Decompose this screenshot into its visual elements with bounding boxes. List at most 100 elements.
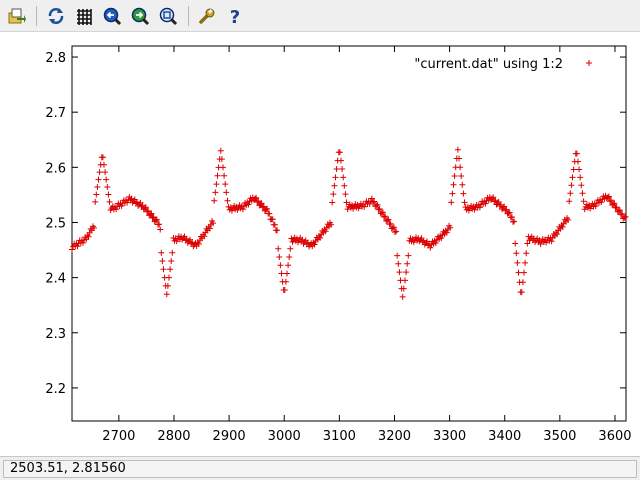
zoom-previous-icon: [103, 7, 122, 26]
data-point: [450, 181, 457, 188]
coordinate-readout: 2503.51, 2.81560: [3, 460, 637, 478]
grid-icon: [77, 9, 92, 25]
data-point: [329, 199, 336, 206]
data-point: [402, 277, 408, 284]
data-point: [284, 270, 290, 277]
data-point: [573, 150, 580, 157]
replot-icon: [48, 8, 64, 24]
data-point: [577, 174, 584, 181]
data-point: [578, 182, 585, 189]
y-tick-label: 2.4: [45, 272, 66, 287]
x-tick-label: 2800: [157, 429, 190, 444]
data-point: [223, 189, 230, 196]
grid-button[interactable]: [73, 5, 95, 27]
y-tick-label: 2.6: [45, 161, 66, 176]
zoom-previous-button[interactable]: [101, 5, 123, 27]
x-tick-label: 3300: [433, 429, 466, 444]
data-point: [217, 147, 224, 154]
data-point: [333, 166, 340, 172]
export-button[interactable]: [6, 5, 28, 27]
zoom-next-button[interactable]: [129, 5, 151, 27]
replot-button[interactable]: [45, 5, 67, 27]
data-point: [99, 154, 106, 161]
data-point: [403, 269, 410, 276]
data-point: [276, 254, 283, 260]
data-point: [523, 250, 530, 257]
status-bar: 2503.51, 2.81560: [0, 456, 640, 480]
data-point: [281, 287, 288, 293]
data-point: [286, 254, 293, 260]
data-point: [158, 249, 165, 256]
zoom-next-icon: [131, 7, 150, 26]
help-button[interactable]: ?: [224, 5, 246, 27]
x-tick-label: 3100: [323, 429, 356, 444]
data-point: [339, 166, 346, 172]
data-point: [332, 174, 339, 181]
data-point: [106, 198, 113, 205]
export-icon: [8, 8, 26, 24]
data-point: [567, 190, 574, 197]
data-point: [212, 189, 219, 196]
data-point: [575, 158, 581, 165]
settings-button[interactable]: [196, 5, 218, 27]
x-tick-label: 2900: [213, 429, 246, 444]
data-point: [394, 252, 401, 259]
data-point: [271, 221, 278, 228]
data-point: [166, 274, 172, 281]
data-point: [448, 199, 455, 206]
data-point: [214, 172, 221, 179]
data-point: [95, 176, 102, 183]
x-tick-label: 3400: [488, 429, 521, 444]
data-point: [287, 245, 294, 252]
x-tick-label: 3200: [378, 429, 411, 444]
data-point: [220, 164, 226, 171]
toolbar-separator: [36, 6, 37, 26]
data-point: [103, 176, 110, 183]
data-point: [341, 182, 348, 189]
data-point: [160, 266, 167, 273]
data-point: [102, 169, 109, 176]
data-point: [94, 184, 101, 190]
data-point: [167, 266, 174, 273]
data-point: [211, 197, 218, 204]
plot-canvas[interactable]: 2700 2800 2900 3000 3100 3200 3300 3400 3500 3600…: [0, 32, 640, 456]
data-point: [521, 269, 527, 276]
autoscale-button[interactable]: [157, 5, 179, 27]
y-tick-label: 2.7: [45, 106, 66, 121]
toolbar-separator: [188, 6, 189, 26]
data-point: [580, 198, 587, 205]
y-tick-label: 2.3: [45, 327, 66, 342]
data-point: [405, 252, 412, 259]
data-point: [282, 278, 289, 285]
data-point: [458, 173, 465, 179]
data-point: [399, 293, 406, 300]
data-point: [93, 191, 100, 198]
data-point: [340, 174, 347, 181]
data-points: [69, 146, 629, 300]
x-tick-label: 2700: [102, 429, 135, 444]
data-point: [515, 269, 522, 276]
y-tick-label: 2.2: [45, 382, 66, 397]
data-point: [221, 172, 228, 179]
data-point: [461, 199, 468, 206]
data-point: [457, 164, 464, 171]
legend-point: [586, 60, 592, 66]
help-icon: ?: [230, 7, 240, 26]
data-point: [519, 279, 526, 286]
data-point: [451, 173, 458, 179]
legend: "current.dat" using 1:2: [414, 57, 592, 72]
data-point: [395, 260, 402, 267]
data-point: [169, 249, 176, 256]
data-point: [213, 181, 220, 188]
data-point: [454, 146, 461, 153]
data-point: [569, 174, 576, 181]
x-tick-label: 3000: [268, 429, 301, 444]
data-point: [460, 190, 467, 197]
data-point: [101, 161, 107, 168]
y-tick-label: 2.8: [45, 51, 66, 66]
data-point: [513, 250, 520, 257]
data-point: [168, 258, 175, 264]
svg-text:?: ?: [230, 7, 240, 26]
data-point: [396, 269, 403, 276]
data-point: [222, 181, 229, 188]
